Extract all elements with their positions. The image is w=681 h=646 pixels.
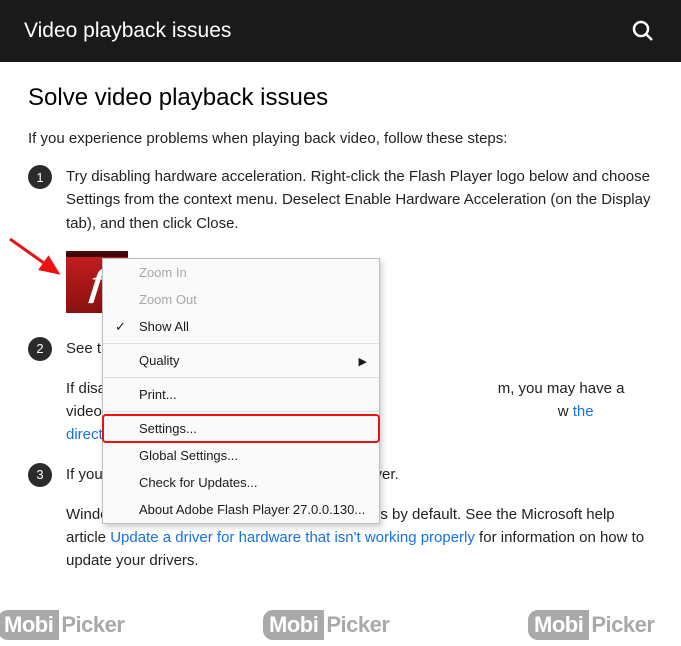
flash-context-menu: Zoom In Zoom Out ✓Show All Quality▶ Prin… <box>102 258 380 524</box>
step-text: Try disabling hardware acceleration. Rig… <box>66 165 653 235</box>
section-title: Solve video playback issues <box>28 84 653 112</box>
section-intro: If you experience problems when playing … <box>28 130 653 147</box>
header-bar: Video playback issues <box>0 0 681 62</box>
page-title: Video playback issues <box>24 19 231 43</box>
step-number: 1 <box>28 165 52 189</box>
search-button[interactable] <box>629 17 657 45</box>
check-icon: ✓ <box>115 319 126 335</box>
watermark: MobiPicker <box>0 610 124 640</box>
step-1: 1 Try disabling hardware acceleration. R… <box>28 165 653 235</box>
menu-separator <box>103 411 379 412</box>
red-arrow-annotation <box>8 233 68 288</box>
menu-about[interactable]: About Adobe Flash Player 27.0.0.130... <box>103 496 379 523</box>
menu-settings[interactable]: Settings... <box>103 415 379 442</box>
step-number: 3 <box>28 463 52 487</box>
step-number: 2 <box>28 337 52 361</box>
menu-global-settings[interactable]: Global Settings... <box>103 442 379 469</box>
ms-help-link[interactable]: Update a driver for hardware that isn't … <box>110 529 475 546</box>
menu-zoom-out[interactable]: Zoom Out <box>103 286 379 313</box>
menu-check-updates[interactable]: Check for Updates... <box>103 469 379 496</box>
menu-quality[interactable]: Quality▶ <box>103 347 379 374</box>
search-icon <box>631 19 655 43</box>
menu-separator <box>103 377 379 378</box>
submenu-arrow-icon: ▶ <box>359 355 367 368</box>
menu-show-all[interactable]: ✓Show All <box>103 313 379 340</box>
watermark: MobiPicker <box>263 610 389 640</box>
menu-print[interactable]: Print... <box>103 381 379 408</box>
menu-zoom-in[interactable]: Zoom In <box>103 259 379 286</box>
watermark: MobiPicker <box>528 610 654 640</box>
menu-separator <box>103 343 379 344</box>
